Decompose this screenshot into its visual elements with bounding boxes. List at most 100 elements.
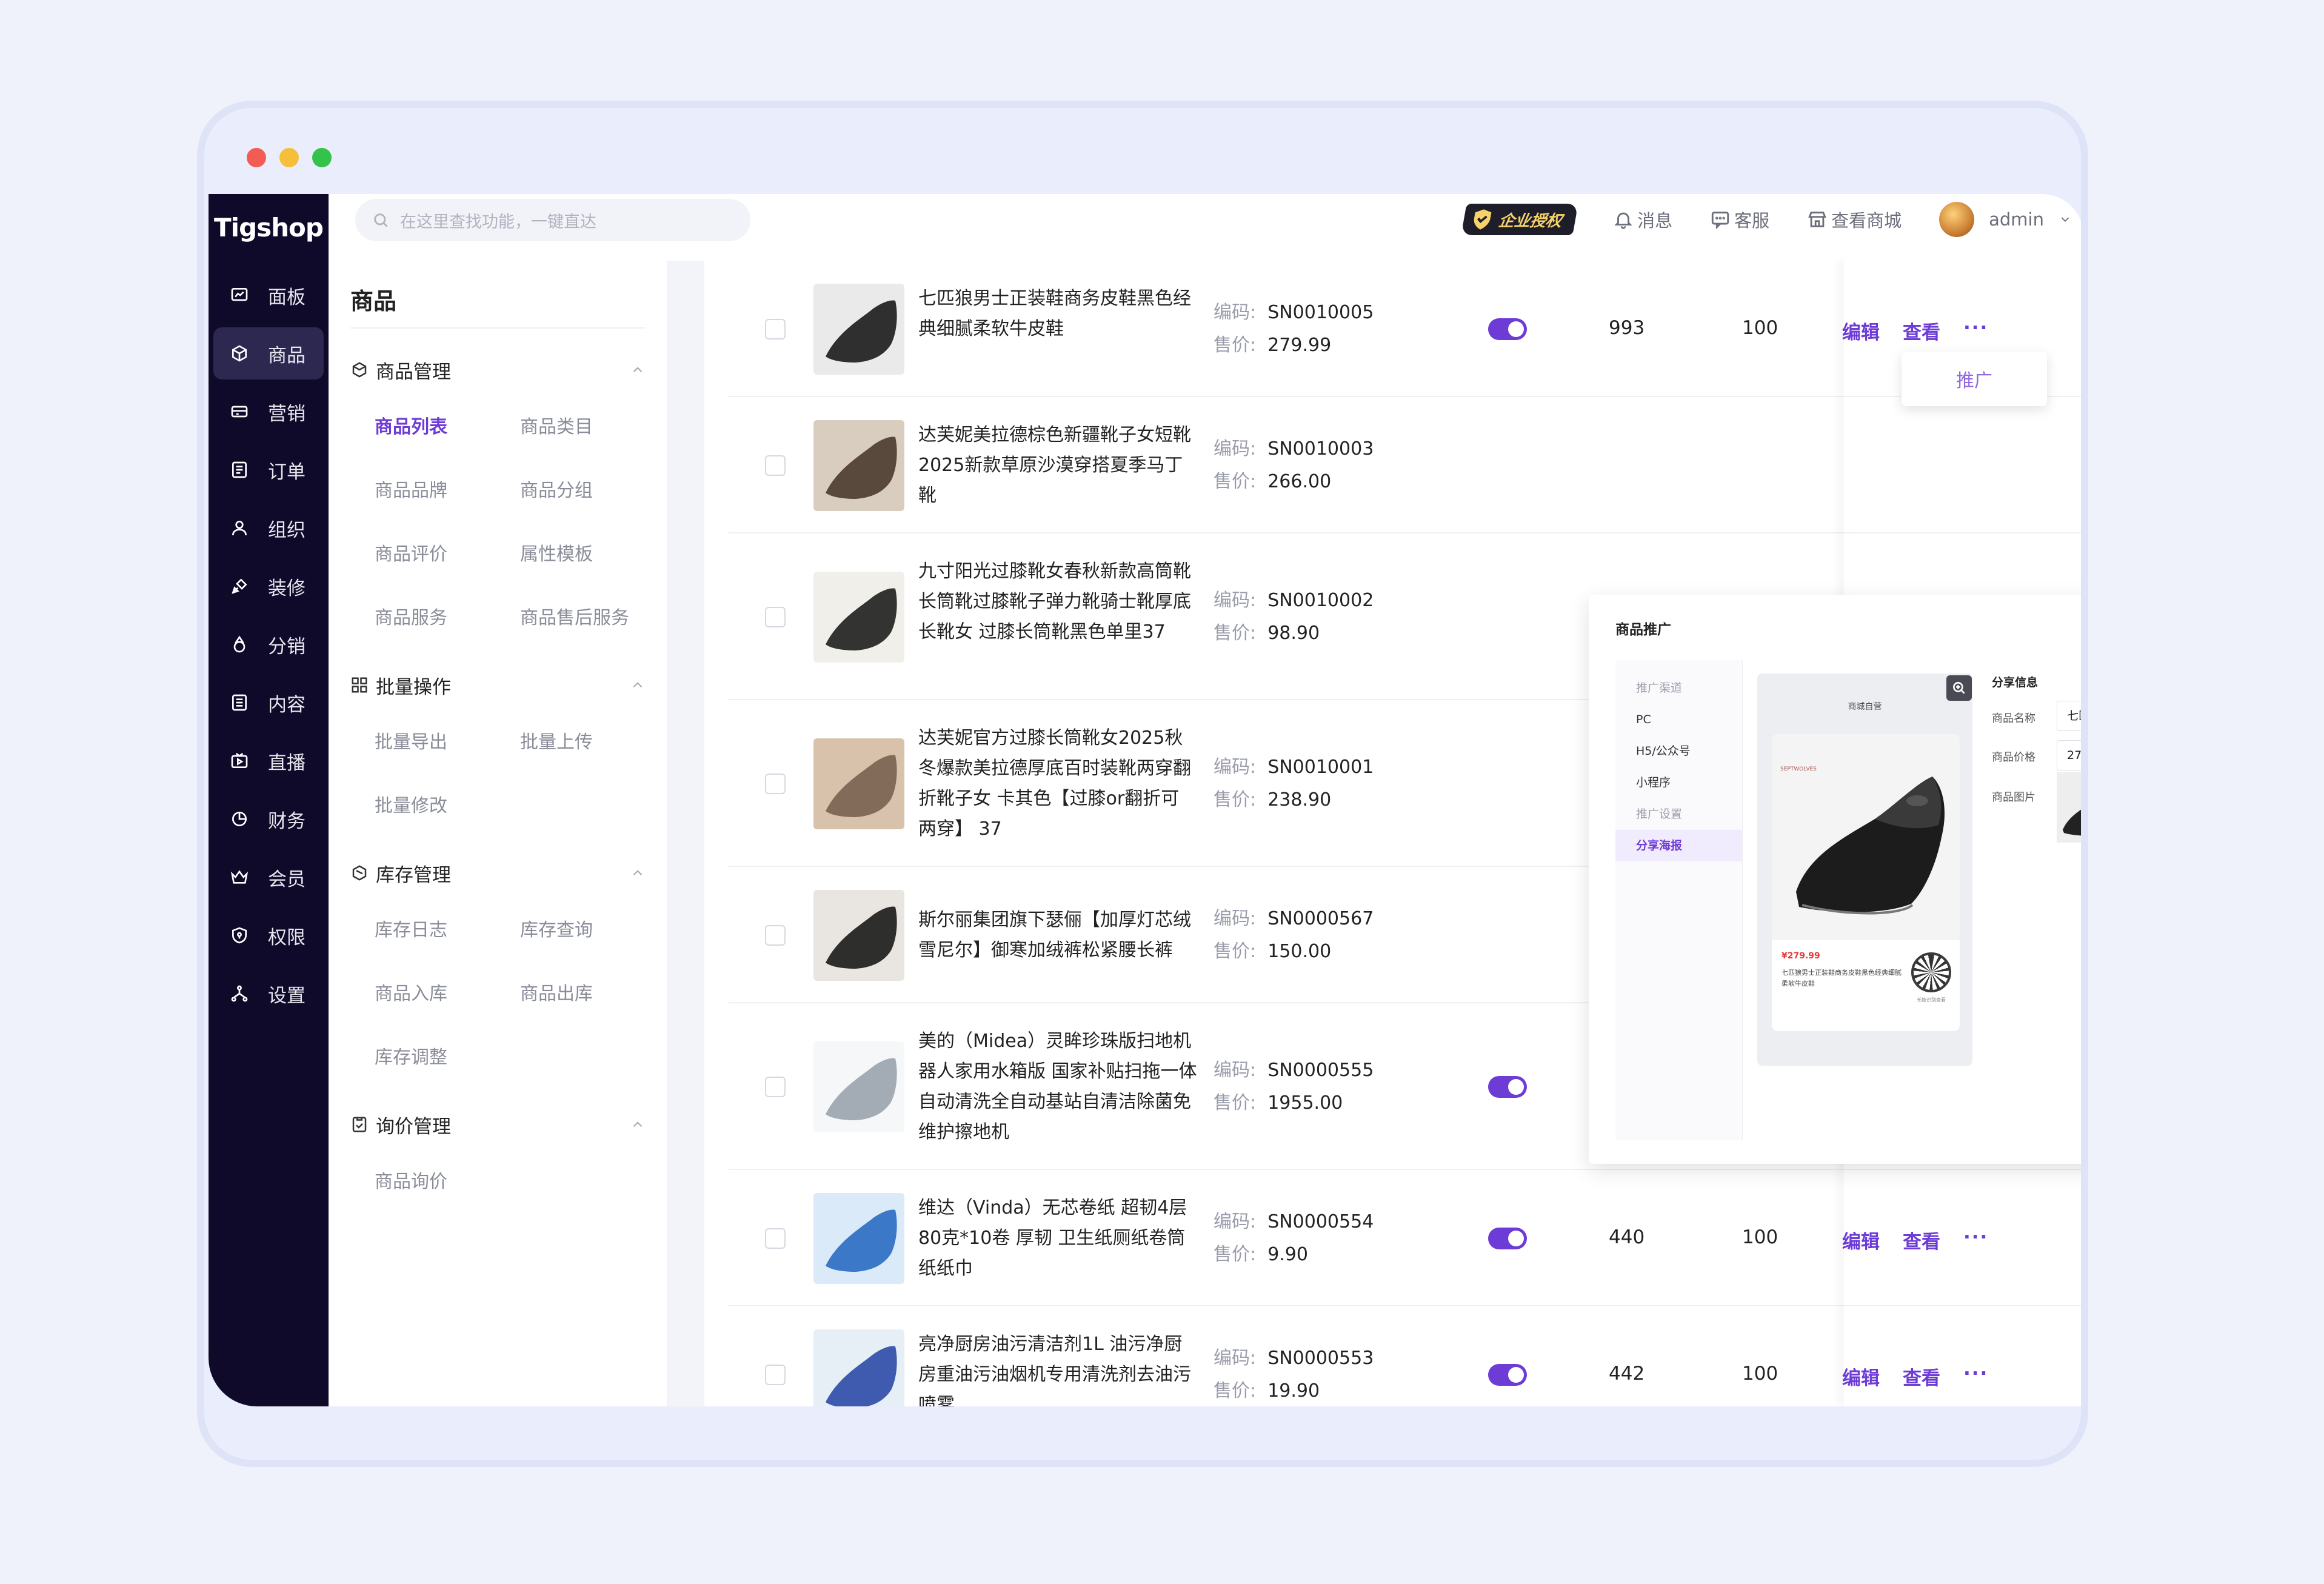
close-window-icon[interactable] bbox=[247, 148, 266, 167]
table-row[interactable]: 亮净厨房油污清洁剂1L 油污净厨房重油污油烟机专用清洗剂去油污喷雾 编码: SN0… bbox=[729, 1306, 2081, 1407]
maximize-window-icon[interactable] bbox=[312, 148, 332, 167]
submenu-item[interactable]: 商品品牌 bbox=[375, 459, 520, 523]
more-icon[interactable]: ··· bbox=[1963, 317, 1988, 344]
row-checkbox[interactable] bbox=[765, 455, 786, 476]
product-thumbnail[interactable] bbox=[813, 1041, 904, 1132]
share-name-input[interactable]: 七匹狼男士正装鞋商务皮鞋黑色经典细腻柔软牛皮鞋 bbox=[2057, 701, 2081, 731]
view-link[interactable]: 查看 bbox=[1903, 1226, 1940, 1254]
submenu-item[interactable]: 商品评价 bbox=[375, 523, 520, 586]
license-badge[interactable]: 企业授权 bbox=[1461, 204, 1578, 235]
product-name[interactable]: 亮净厨房油污清洁剂1L 油污净厨房重油污油烟机专用清洗剂去油污喷雾 bbox=[918, 1329, 1197, 1407]
product-name[interactable]: 九寸阳光过膝靴女春秋新款高筒靴长筒靴过膝靴子弹力靴骑士靴厚底长靴女 过膝长筒靴黑… bbox=[918, 556, 1197, 647]
bell-icon bbox=[1614, 212, 1632, 229]
product-name[interactable]: 达芙妮官方过膝长筒靴女2025秋冬爆款美拉德厚底百时装靴两穿翻折靴子女 卡其色【… bbox=[918, 723, 1197, 844]
row-checkbox[interactable] bbox=[765, 773, 786, 794]
submenu-item[interactable]: 商品服务 bbox=[375, 586, 520, 650]
service-button[interactable]: 客服 bbox=[1710, 207, 1769, 232]
view-mall-button[interactable]: 查看商城 bbox=[1807, 207, 1902, 232]
row-checkbox[interactable] bbox=[765, 606, 786, 627]
price-label: 售价: bbox=[1214, 1092, 1257, 1114]
on-sale-toggle[interactable] bbox=[1488, 1363, 1527, 1386]
submenu-group-0[interactable]: 商品管理 bbox=[329, 344, 667, 395]
nav-item-9[interactable]: 财务 bbox=[213, 793, 324, 845]
nav-item-3[interactable]: 订单 bbox=[213, 444, 324, 496]
product-thumbnail[interactable] bbox=[813, 283, 904, 375]
minimize-window-icon[interactable] bbox=[279, 148, 299, 167]
channel-item[interactable]: H5/公众号 bbox=[1615, 735, 1742, 767]
divider bbox=[350, 327, 646, 329]
submenu-item[interactable]: 商品分组 bbox=[520, 459, 666, 523]
submenu-item[interactable]: 属性模板 bbox=[520, 523, 666, 586]
row-checkbox[interactable] bbox=[765, 924, 786, 946]
submenu-group-2[interactable]: 库存管理 bbox=[329, 847, 667, 898]
submenu-item[interactable]: 批量导出 bbox=[375, 710, 520, 774]
user-menu[interactable]: admin bbox=[1939, 202, 2072, 237]
product-thumbnail[interactable] bbox=[813, 1329, 904, 1407]
submenu-item[interactable]: 商品询价 bbox=[375, 1150, 520, 1214]
on-sale-toggle[interactable] bbox=[1488, 318, 1527, 340]
main-nav: Tigshop 面板商品营销订单组织装修分销内容直播财务会员权限设置 bbox=[209, 194, 329, 1406]
share-image-thumbnail[interactable] bbox=[2057, 772, 2084, 843]
search-input[interactable]: 在这里查找功能，一键直达 bbox=[355, 199, 750, 241]
row-checkbox[interactable] bbox=[765, 1364, 786, 1385]
submenu-item[interactable]: 库存调整 bbox=[375, 1026, 520, 1089]
zoom-icon[interactable] bbox=[1946, 675, 1972, 701]
user-icon bbox=[229, 518, 250, 538]
service-label: 客服 bbox=[1734, 210, 1770, 231]
nav-item-12[interactable]: 设置 bbox=[213, 967, 324, 1020]
share-price-input[interactable]: 279.99 bbox=[2057, 740, 2081, 770]
product-thumbnail[interactable] bbox=[813, 419, 904, 511]
messages-button[interactable]: 消息 bbox=[1613, 207, 1672, 232]
nav-item-5[interactable]: 装修 bbox=[213, 560, 324, 612]
submenu-item[interactable]: 商品出库 bbox=[520, 962, 666, 1026]
nav-item-4[interactable]: 组织 bbox=[213, 502, 324, 554]
view-link[interactable]: 查看 bbox=[1903, 1363, 1940, 1390]
product-name[interactable]: 维达（Vinda）无芯卷纸 超韧4层80克*10卷 厚韧 卫生纸厕纸卷筒纸纸巾 bbox=[918, 1193, 1197, 1284]
channel-item[interactable]: 分享海报 bbox=[1615, 830, 1742, 861]
submenu-item[interactable]: 商品售后服务 bbox=[520, 586, 666, 650]
nav-item-8[interactable]: 直播 bbox=[213, 735, 324, 787]
on-sale-toggle[interactable] bbox=[1488, 1075, 1527, 1098]
product-thumbnail[interactable] bbox=[813, 889, 904, 981]
table-row[interactable]: 达芙妮美拉德棕色新疆靴子女短靴2025新款草原沙漠穿搭夏季马丁靴 编码: SN00… bbox=[729, 397, 2081, 533]
poster-price: ¥279.99 bbox=[1781, 951, 1820, 961]
submenu-items: 商品询价 bbox=[329, 1150, 667, 1214]
submenu-item[interactable]: 商品类目 bbox=[520, 395, 666, 459]
table-row[interactable]: 七匹狼男士正装鞋商务皮鞋黑色经典细腻柔软牛皮鞋 编码: SN0010005 售价: … bbox=[729, 261, 2081, 397]
row-checkbox[interactable] bbox=[765, 318, 786, 339]
submenu-item[interactable]: 商品入库 bbox=[375, 962, 520, 1026]
submenu-group-3[interactable]: 询价管理 bbox=[329, 1099, 667, 1150]
submenu-item[interactable]: 批量上传 bbox=[520, 710, 666, 774]
channel-item[interactable]: 小程序 bbox=[1615, 767, 1742, 798]
logo[interactable]: Tigshop bbox=[209, 194, 329, 261]
nav-item-2[interactable]: 营销 bbox=[213, 386, 324, 438]
product-name[interactable]: 七匹狼男士正装鞋商务皮鞋黑色经典细腻柔软牛皮鞋 bbox=[918, 284, 1197, 344]
table-row[interactable]: 维达（Vinda）无芯卷纸 超韧4层80克*10卷 厚韧 卫生纸厕纸卷筒纸纸巾编… bbox=[729, 1170, 2081, 1306]
nav-item-10[interactable]: 会员 bbox=[213, 851, 324, 903]
nav-item-1[interactable]: 商品 bbox=[213, 327, 324, 379]
channel-item[interactable]: PC bbox=[1615, 704, 1742, 735]
submenu-item[interactable]: 库存查询 bbox=[520, 898, 666, 962]
product-thumbnail[interactable] bbox=[813, 1192, 904, 1284]
on-sale-toggle[interactable] bbox=[1488, 1227, 1527, 1249]
row-checkbox[interactable] bbox=[765, 1076, 786, 1097]
product-thumbnail[interactable] bbox=[813, 571, 904, 663]
nav-item-11[interactable]: 权限 bbox=[213, 909, 324, 961]
submenu-group-1[interactable]: 批量操作 bbox=[329, 660, 667, 710]
product-name[interactable]: 达芙妮美拉德棕色新疆靴子女短靴2025新款草原沙漠穿搭夏季马丁靴 bbox=[918, 420, 1197, 511]
row-checkbox[interactable] bbox=[765, 1228, 786, 1249]
submenu-item[interactable]: 批量修改 bbox=[375, 774, 520, 838]
submenu-item[interactable]: 商品列表 bbox=[375, 395, 520, 459]
submenu-item[interactable]: 库存日志 bbox=[375, 898, 520, 962]
product-name[interactable]: 美的（Midea）灵眸珍珠版扫地机器人家用水箱版 国家补贴扫拖一体自动清洗全自动… bbox=[918, 1026, 1197, 1148]
product-thumbnail[interactable] bbox=[813, 738, 904, 829]
product-codes: 编码: SN0010001 售价: 238.90 bbox=[1214, 751, 1374, 817]
view-link[interactable]: 查看 bbox=[1903, 317, 1940, 344]
more-icon[interactable]: ··· bbox=[1963, 1363, 1988, 1390]
promote-menu-item[interactable]: 推广 bbox=[1902, 352, 2047, 406]
nav-item-6[interactable]: 分销 bbox=[213, 618, 324, 670]
product-name[interactable]: 斯尔丽集团旗下瑟俪【加厚灯芯绒雪尼尔】御寒加绒裤松紧腰长裤 bbox=[918, 905, 1197, 966]
nav-item-7[interactable]: 内容 bbox=[213, 677, 324, 729]
more-icon[interactable]: ··· bbox=[1963, 1226, 1988, 1254]
nav-item-0[interactable]: 面板 bbox=[213, 269, 324, 321]
